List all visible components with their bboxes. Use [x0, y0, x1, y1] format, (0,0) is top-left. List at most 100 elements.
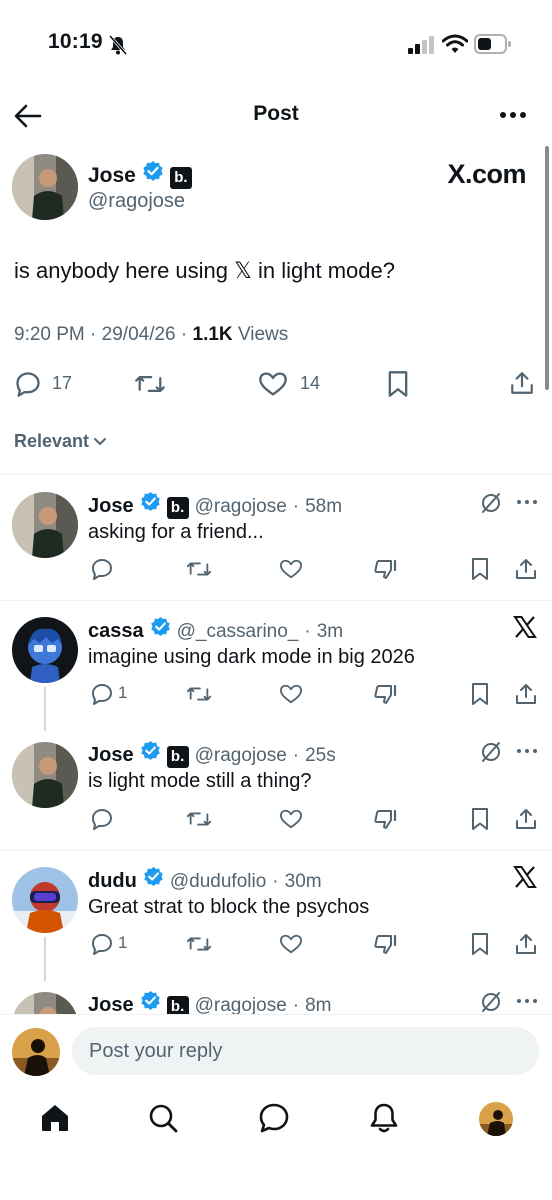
like-icon[interactable]: [278, 933, 304, 955]
author-handle[interactable]: @ragojose: [88, 190, 185, 213]
reply-handle[interactable]: @ragojose: [195, 745, 287, 767]
more-icon[interactable]: [516, 748, 538, 754]
filter-dropdown[interactable]: Relevant: [14, 431, 107, 452]
reply-input[interactable]: Post your reply: [72, 1027, 539, 1075]
search-icon[interactable]: [148, 1103, 178, 1133]
bookmark-icon[interactable]: [470, 807, 490, 831]
home-icon[interactable]: [40, 1103, 70, 1133]
reply-time[interactable]: 8m: [305, 995, 331, 1015]
verified-icon: [140, 990, 160, 1011]
reply-author-name[interactable]: Jose: [88, 744, 134, 767]
x-glyph: 𝕏: [234, 258, 252, 283]
like-icon[interactable]: [278, 558, 304, 580]
like-icon[interactable]: [258, 370, 288, 398]
share-icon[interactable]: [514, 807, 538, 831]
x-logo-icon[interactable]: [513, 615, 537, 639]
notifications-icon[interactable]: [369, 1102, 399, 1134]
affiliate-badge[interactable]: b.: [166, 995, 189, 1015]
x-logo-icon[interactable]: [513, 865, 537, 889]
silent-bell-icon: [109, 35, 127, 55]
bookmark-icon[interactable]: [470, 932, 490, 956]
list-item[interactable]: Jose b. @ragojose · 8m: [0, 975, 552, 1015]
reply-handle[interactable]: @_cassarino_: [177, 621, 299, 643]
reply-author-name[interactable]: dudu: [88, 870, 137, 893]
more-icon[interactable]: [499, 110, 527, 120]
post-date[interactable]: 29/04/26: [102, 324, 176, 345]
repost-icon[interactable]: [186, 807, 212, 831]
reply-handle[interactable]: @ragojose: [195, 995, 287, 1015]
reply-time[interactable]: 58m: [305, 496, 342, 518]
reply-time[interactable]: 25s: [305, 745, 336, 767]
share-icon[interactable]: [509, 369, 535, 397]
list-item[interactable]: cassa @_cassarino_ · 3m imagine using da…: [0, 601, 552, 731]
affiliate-badge[interactable]: b.: [166, 745, 189, 768]
list-item[interactable]: dudu @dudufolio · 30m Great strat to blo…: [0, 851, 552, 981]
dislike-icon[interactable]: [373, 682, 399, 706]
bookmark-icon[interactable]: [470, 557, 490, 581]
like-icon[interactable]: [278, 808, 304, 830]
chevron-down-icon: [94, 437, 107, 445]
post-time[interactable]: 9:20 PM: [14, 324, 85, 345]
avatar[interactable]: [12, 742, 78, 808]
affiliate-badge[interactable]: b.: [169, 166, 192, 189]
reply-count: 17: [52, 373, 73, 393]
status-time: 10:19: [48, 30, 103, 53]
avatar[interactable]: [12, 492, 78, 558]
post-text: is anybody here using 𝕏 in light mode?: [14, 258, 395, 283]
reply-icon[interactable]: [90, 807, 114, 831]
list-item[interactable]: Jose b. @ragojose · 25s is light mode st…: [0, 725, 552, 850]
more-icon[interactable]: [516, 499, 538, 505]
avatar[interactable]: [12, 992, 78, 1015]
reply-text: is light mode still a thing?: [88, 770, 312, 792]
views-label: Views: [237, 324, 289, 345]
grok-icon[interactable]: [480, 741, 502, 763]
repost-icon[interactable]: [186, 932, 212, 956]
list-item[interactable]: Jose b. @ragojose · 58m asking for a fri…: [0, 475, 552, 600]
wifi-icon: [442, 34, 468, 53]
repost-icon[interactable]: [186, 557, 212, 581]
reply-time[interactable]: 3m: [317, 621, 343, 643]
dislike-icon[interactable]: [373, 932, 399, 956]
like-count: 14: [300, 373, 321, 393]
user-avatar[interactable]: [12, 1028, 60, 1076]
affiliate-badge[interactable]: b.: [166, 496, 189, 519]
reply-icon[interactable]: [90, 932, 114, 956]
profile-avatar[interactable]: [479, 1102, 513, 1136]
reply-text: imagine using dark mode in big 2026: [88, 646, 415, 668]
more-icon[interactable]: [516, 998, 538, 1004]
avatar[interactable]: [12, 867, 78, 933]
reply-handle[interactable]: @dudufolio: [170, 871, 266, 893]
reply-handle[interactable]: @ragojose: [195, 496, 287, 518]
bookmark-icon[interactable]: [386, 370, 410, 398]
scrollbar[interactable]: [545, 146, 549, 390]
repost-icon[interactable]: [186, 682, 212, 706]
author-name[interactable]: Jose: [88, 164, 136, 188]
reply-icon[interactable]: [90, 557, 114, 581]
reply-time[interactable]: 30m: [285, 871, 322, 893]
reply-text: asking for a friend...: [88, 521, 264, 543]
share-icon[interactable]: [514, 682, 538, 706]
bookmark-icon[interactable]: [470, 682, 490, 706]
reply-author-name[interactable]: Jose: [88, 994, 134, 1015]
reply-author-name[interactable]: cassa: [88, 620, 144, 643]
messages-icon[interactable]: [258, 1102, 290, 1134]
verified-icon: [144, 866, 163, 887]
avatar[interactable]: [12, 154, 78, 220]
like-icon[interactable]: [278, 683, 304, 705]
reply-icon[interactable]: [90, 682, 114, 706]
reply-icon[interactable]: [14, 370, 42, 398]
battery-icon: [474, 34, 511, 54]
grok-icon[interactable]: [480, 492, 502, 514]
share-icon[interactable]: [514, 557, 538, 581]
verified-icon: [143, 161, 163, 181]
verified-icon: [140, 491, 160, 512]
brand-label[interactable]: X.com: [447, 159, 526, 190]
grok-icon[interactable]: [480, 991, 502, 1013]
reply-author-name[interactable]: Jose: [88, 495, 134, 518]
dislike-icon[interactable]: [373, 807, 399, 831]
dislike-icon[interactable]: [373, 557, 399, 581]
share-icon[interactable]: [514, 932, 538, 956]
repost-icon[interactable]: [134, 370, 166, 398]
avatar[interactable]: [12, 617, 78, 683]
post-meta: 9:20 PM · 29/04/26 · 1.1K Views: [14, 324, 289, 345]
